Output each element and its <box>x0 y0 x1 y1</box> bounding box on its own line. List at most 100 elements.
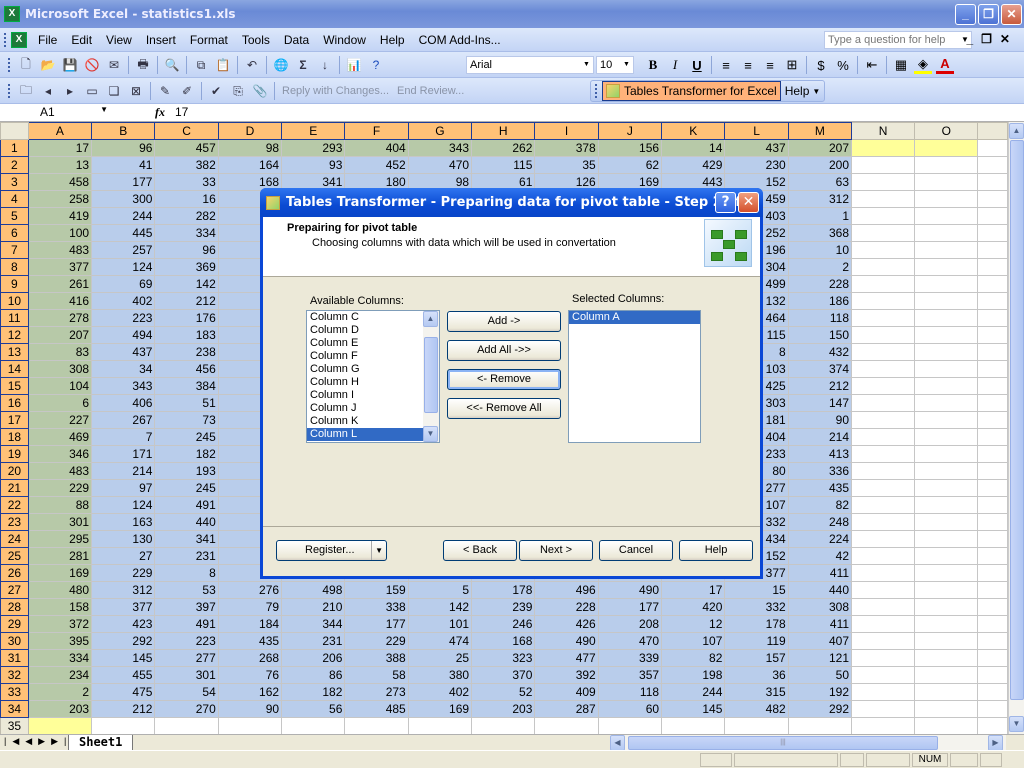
cell-E1[interactable]: 293 <box>281 139 346 157</box>
cell-E28[interactable]: 210 <box>281 598 346 616</box>
row-header[interactable]: 24 <box>0 530 29 548</box>
cell-L34[interactable]: 482 <box>724 700 789 718</box>
cell-C23[interactable]: 440 <box>154 513 219 531</box>
cell-C26[interactable]: 8 <box>154 564 219 582</box>
cell-P13[interactable] <box>977 343 1008 361</box>
cell-H2[interactable]: 115 <box>471 156 536 174</box>
cell-I34[interactable]: 287 <box>534 700 599 718</box>
cell-O22[interactable] <box>914 496 979 514</box>
cell-P5[interactable] <box>977 207 1008 225</box>
list-scroll-thumb[interactable] <box>424 337 438 413</box>
available-column-item[interactable]: Column G <box>307 363 439 376</box>
cell-B6[interactable]: 445 <box>91 224 156 242</box>
cell-F32[interactable]: 58 <box>344 666 409 684</box>
cell-P9[interactable] <box>977 275 1008 293</box>
cell-K31[interactable]: 82 <box>661 649 726 667</box>
menu-help[interactable]: Help <box>373 33 412 47</box>
cell-J1[interactable]: 156 <box>597 139 663 157</box>
cell-G33[interactable]: 402 <box>407 683 473 701</box>
cell-C1[interactable]: 457 <box>154 139 219 157</box>
cell-B22[interactable]: 124 <box>91 496 156 514</box>
cell-O31[interactable] <box>914 649 979 667</box>
cell-C6[interactable]: 334 <box>154 224 219 242</box>
underline-icon[interactable]: U <box>688 56 706 74</box>
cell-H1[interactable]: 262 <box>471 139 536 157</box>
cell-P19[interactable] <box>977 445 1008 463</box>
cell-P3[interactable] <box>977 173 1008 191</box>
row-header[interactable]: 3 <box>0 173 29 191</box>
cell-P1[interactable] <box>977 139 1008 157</box>
row-header[interactable]: 19 <box>0 445 29 463</box>
sheet-nav-buttons[interactable]: |◀◀▶▶| <box>4 736 72 747</box>
row-header[interactable]: 23 <box>0 513 29 531</box>
cell-F28[interactable]: 338 <box>344 598 409 616</box>
column-header-h[interactable]: H <box>471 122 536 140</box>
toolbar-grip[interactable] <box>8 58 11 72</box>
cell-I27[interactable]: 496 <box>534 581 599 599</box>
cell-M15[interactable]: 212 <box>787 377 853 395</box>
cell-A17[interactable]: 227 <box>27 411 93 429</box>
cell-B12[interactable]: 494 <box>91 326 156 344</box>
select-all-corner[interactable] <box>0 122 29 140</box>
cell-M31[interactable]: 121 <box>787 649 853 667</box>
cell-N11[interactable] <box>851 309 916 327</box>
cell-C2[interactable]: 382 <box>154 156 219 174</box>
cell-G31[interactable]: 25 <box>407 649 473 667</box>
cell-N20[interactable] <box>851 462 916 480</box>
scroll-up-icon[interactable]: ▲ <box>1009 123 1024 139</box>
scroll-right-icon[interactable]: ▶ <box>988 735 1003 751</box>
cell-F34[interactable]: 485 <box>344 700 409 718</box>
cell-C20[interactable]: 193 <box>154 462 219 480</box>
cell-B16[interactable]: 406 <box>91 394 156 412</box>
available-column-item[interactable]: Column I <box>307 389 439 402</box>
cell-P20[interactable] <box>977 462 1008 480</box>
cell-N2[interactable] <box>851 156 916 174</box>
cell-F35[interactable] <box>344 717 409 734</box>
cell-M1[interactable]: 207 <box>787 139 853 157</box>
cell-C16[interactable]: 51 <box>154 394 219 412</box>
ink-icon[interactable]: ✎ <box>156 82 174 100</box>
cell-N28[interactable] <box>851 598 916 616</box>
cell-B8[interactable]: 124 <box>91 258 156 276</box>
cell-N7[interactable] <box>851 241 916 259</box>
cell-O23[interactable] <box>914 513 979 531</box>
cell-B10[interactable]: 402 <box>91 292 156 310</box>
cell-O24[interactable] <box>914 530 979 548</box>
cell-N33[interactable] <box>851 683 916 701</box>
cell-J28[interactable]: 177 <box>597 598 663 616</box>
available-column-item[interactable]: Column C <box>307 311 439 324</box>
cell-E27[interactable]: 498 <box>281 581 346 599</box>
cell-I32[interactable]: 392 <box>534 666 599 684</box>
cell-N27[interactable] <box>851 581 916 599</box>
cell-N3[interactable] <box>851 173 916 191</box>
row-header[interactable]: 8 <box>0 258 29 276</box>
cell-O12[interactable] <box>914 326 979 344</box>
cell-L32[interactable]: 36 <box>724 666 789 684</box>
cell-A8[interactable]: 377 <box>27 258 93 276</box>
formula-input[interactable]: 17 <box>175 105 188 119</box>
cell-D33[interactable]: 162 <box>217 683 283 701</box>
cell-A14[interactable]: 308 <box>27 360 93 378</box>
cell-O14[interactable] <box>914 360 979 378</box>
cell-A12[interactable]: 207 <box>27 326 93 344</box>
cell-I31[interactable]: 477 <box>534 649 599 667</box>
cell-B17[interactable]: 267 <box>91 411 156 429</box>
cell-A28[interactable]: 158 <box>27 598 93 616</box>
cell-B4[interactable]: 300 <box>91 190 156 208</box>
cell-M12[interactable]: 150 <box>787 326 853 344</box>
menu-data[interactable]: Data <box>277 33 316 47</box>
column-header-b[interactable]: B <box>91 122 156 140</box>
row-header[interactable]: 35 <box>0 717 29 734</box>
cell-H29[interactable]: 246 <box>471 615 536 633</box>
cell-G32[interactable]: 380 <box>407 666 473 684</box>
dialog-close-button[interactable]: ✕ <box>738 192 759 213</box>
cell-I29[interactable]: 426 <box>534 615 599 633</box>
cell-E34[interactable]: 56 <box>281 700 346 718</box>
cell-M35[interactable] <box>787 717 853 734</box>
cell-M5[interactable]: 1 <box>787 207 853 225</box>
column-header-o[interactable]: O <box>914 122 979 140</box>
cell-M4[interactable]: 312 <box>787 190 853 208</box>
cell-A16[interactable]: 6 <box>27 394 93 412</box>
cell-L33[interactable]: 315 <box>724 683 789 701</box>
cell-O27[interactable] <box>914 581 979 599</box>
